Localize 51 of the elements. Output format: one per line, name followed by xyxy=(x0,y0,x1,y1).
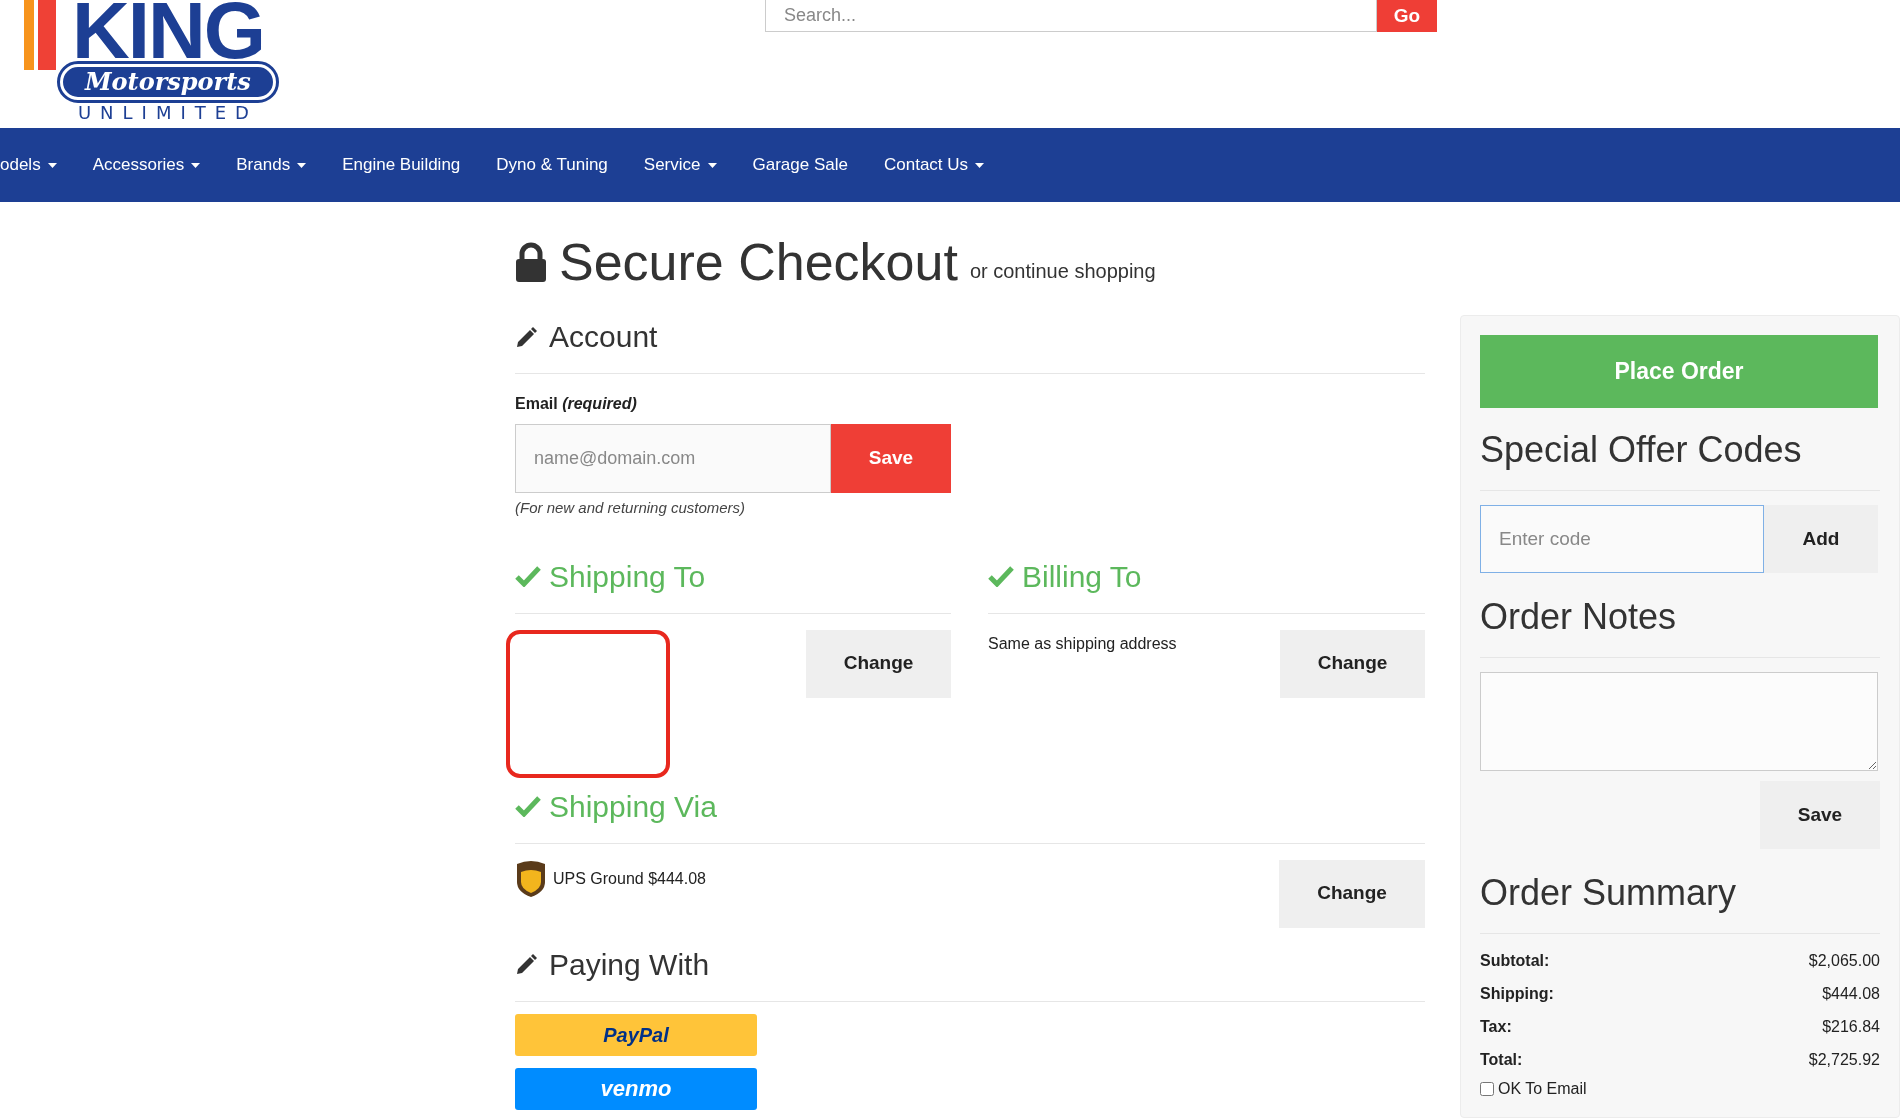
summary-label: Total: xyxy=(1480,1049,1523,1070)
summary-label: Subtotal: xyxy=(1480,950,1550,971)
lock-icon xyxy=(515,242,547,282)
summary-value: $216.84 xyxy=(1822,1016,1880,1037)
section-heading: Billing To xyxy=(1022,558,1142,595)
nav-link[interactable]: Service xyxy=(643,152,717,178)
section-heading: Shipping To xyxy=(549,558,706,595)
billing-address-text: Same as shipping address xyxy=(988,633,1177,654)
section-heading: Order Summary xyxy=(1480,871,1880,934)
go-button[interactable]: Go xyxy=(1377,0,1437,32)
checkbox[interactable] xyxy=(1480,1082,1494,1096)
nav-link[interactable]: Engine Building xyxy=(342,152,461,178)
nav-link[interactable]: Garage Sale xyxy=(752,152,848,178)
logo-tagline: UNLIMITED xyxy=(77,103,258,123)
logo-name: KING xyxy=(71,0,264,62)
page-title: Secure Checkout xyxy=(559,232,958,292)
summary-value: $444.08 xyxy=(1822,983,1880,1004)
nav-link[interactable]: odels xyxy=(0,152,57,178)
email-label: Email (required) xyxy=(515,394,638,414)
nav-link[interactable]: Contact Us xyxy=(883,152,985,178)
change-button[interactable]: Change xyxy=(1280,629,1425,698)
pencil-icon xyxy=(515,952,539,976)
nav-link[interactable]: Dyno & Tuning xyxy=(496,152,608,178)
notes-field[interactable] xyxy=(1480,672,1878,771)
summary-value: $2,065.00 xyxy=(1808,950,1880,971)
pencil-icon xyxy=(515,324,539,349)
search-field[interactable]: Search... xyxy=(765,0,1377,32)
summary-value: $2,725.92 xyxy=(1808,1049,1880,1070)
email-note: (For new and returning customers) xyxy=(515,498,747,518)
code-field[interactable]: Enter code xyxy=(1480,505,1764,573)
save-button[interactable]: Save xyxy=(1760,781,1880,849)
save-button[interactable]: Save xyxy=(831,424,951,493)
section-heading: Account xyxy=(549,319,658,355)
checkbox-label: OK To Email xyxy=(1498,1079,1587,1099)
section-heading: Special Offer Codes xyxy=(1480,428,1880,491)
add-button[interactable]: Add xyxy=(1764,505,1878,573)
change-button[interactable]: Change xyxy=(806,629,951,698)
shield-icon xyxy=(515,859,547,898)
summary-label: Tax: xyxy=(1480,1016,1512,1037)
shipping-method-text: UPS Ground $444.08 xyxy=(553,868,706,889)
paypal-button[interactable]: PayPal xyxy=(515,1013,757,1056)
email-field[interactable]: name@domain.com xyxy=(515,424,831,493)
summary-label: Shipping: xyxy=(1480,983,1554,1004)
nav-link[interactable]: Accessories xyxy=(92,152,201,178)
section-heading: Shipping Via xyxy=(549,788,717,825)
nav-link[interactable]: Brands xyxy=(236,152,307,178)
section-heading: Order Notes xyxy=(1480,595,1880,658)
continue-shopping-link[interactable]: or continue shopping xyxy=(969,256,1156,286)
logo-script: Motorsports xyxy=(60,64,276,100)
change-button[interactable]: Change xyxy=(1279,859,1425,928)
section-heading: Paying With xyxy=(549,946,710,983)
